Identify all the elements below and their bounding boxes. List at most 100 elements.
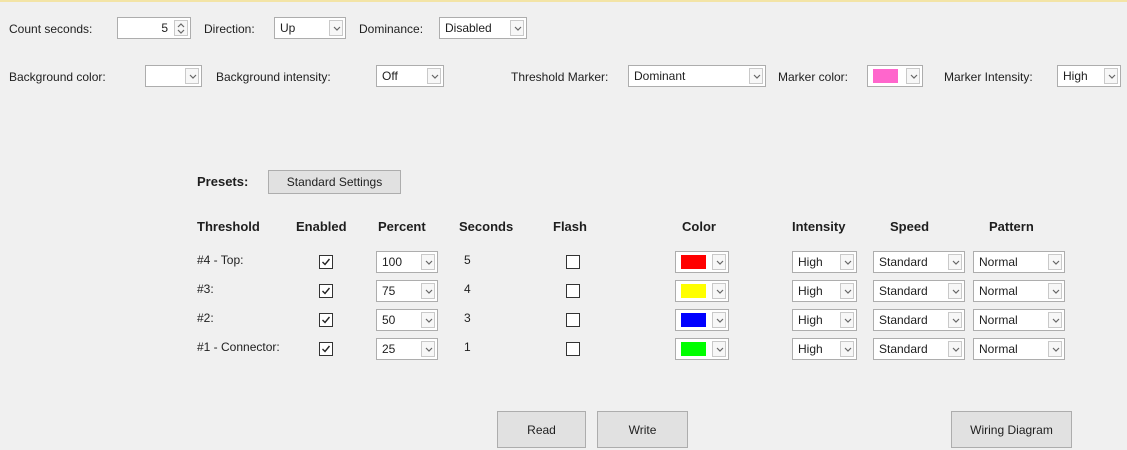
presets-label: Presets: xyxy=(197,174,249,189)
chevron-down-icon[interactable] xyxy=(510,20,524,36)
row-flash-checkbox[interactable] xyxy=(566,255,580,269)
row-intensity-select[interactable]: High xyxy=(792,251,857,273)
row-speed-select-value: Standard xyxy=(879,284,928,298)
window-top-border xyxy=(0,0,1127,2)
background-color-label: Background color: xyxy=(9,70,106,84)
read-button[interactable]: Read xyxy=(497,411,586,448)
row-threshold-label: #4 - Top: xyxy=(197,253,244,267)
chevron-down-icon[interactable] xyxy=(421,283,435,299)
row-intensity-select[interactable]: High xyxy=(792,309,857,331)
row-enabled-checkbox[interactable] xyxy=(319,313,333,327)
row-percent-select[interactable]: 75 xyxy=(376,280,438,302)
chevron-down-icon[interactable] xyxy=(749,68,763,84)
row-percent-select[interactable]: 25 xyxy=(376,338,438,360)
header-color: Color xyxy=(682,219,716,234)
row-intensity-select[interactable]: High xyxy=(792,280,857,302)
chevron-down-icon[interactable] xyxy=(840,341,854,357)
row-speed-select[interactable]: Standard xyxy=(873,251,965,273)
background-intensity-label: Background intensity: xyxy=(216,70,331,84)
chevron-down-icon[interactable] xyxy=(712,254,726,270)
marker-intensity-label: Marker Intensity: xyxy=(944,70,1033,84)
chevron-down-icon[interactable] xyxy=(948,254,962,270)
background-color-select[interactable] xyxy=(145,65,202,87)
header-pattern: Pattern xyxy=(989,219,1034,234)
row-flash-checkbox[interactable] xyxy=(566,313,580,327)
row-color-select[interactable] xyxy=(675,280,729,302)
chevron-down-icon[interactable] xyxy=(1048,254,1062,270)
chevron-down-icon[interactable] xyxy=(906,68,920,84)
background-color-swatch xyxy=(151,69,176,83)
chevron-down-icon[interactable] xyxy=(421,341,435,357)
row-speed-select-value: Standard xyxy=(879,313,928,327)
row-speed-select[interactable]: Standard xyxy=(873,309,965,331)
direction-select[interactable]: Up xyxy=(274,17,346,39)
chevron-down-icon[interactable] xyxy=(712,341,726,357)
row-threshold-label: #1 - Connector: xyxy=(197,340,280,354)
row-color-swatch xyxy=(681,255,706,269)
standard-settings-button[interactable]: Standard Settings xyxy=(268,170,401,194)
row-intensity-select-value: High xyxy=(798,284,823,298)
row-pattern-select[interactable]: Normal xyxy=(973,251,1065,273)
marker-intensity-select[interactable]: High xyxy=(1057,65,1121,87)
dominance-select[interactable]: Disabled xyxy=(439,17,527,39)
row-intensity-select-value: High xyxy=(798,313,823,327)
header-speed: Speed xyxy=(890,219,930,234)
threshold-marker-select[interactable]: Dominant xyxy=(628,65,766,87)
marker-color-swatch xyxy=(873,69,898,83)
write-button[interactable]: Write xyxy=(597,411,688,448)
threshold-marker-value: Dominant xyxy=(634,69,686,83)
chevron-down-icon[interactable] xyxy=(1048,283,1062,299)
row-color-select[interactable] xyxy=(675,338,729,360)
row-intensity-select[interactable]: High xyxy=(792,338,857,360)
row-pattern-select-value: Normal xyxy=(979,342,1018,356)
row-percent-select-value: 75 xyxy=(382,284,396,298)
chevron-down-icon[interactable] xyxy=(1104,68,1118,84)
row-flash-checkbox[interactable] xyxy=(566,284,580,298)
row-speed-select[interactable]: Standard xyxy=(873,280,965,302)
row-pattern-select[interactable]: Normal xyxy=(973,280,1065,302)
chevron-down-icon[interactable] xyxy=(185,68,199,84)
chevron-down-icon[interactable] xyxy=(948,283,962,299)
row-percent-select-value: 25 xyxy=(382,342,396,356)
chevron-down-icon[interactable] xyxy=(712,283,726,299)
row-threshold-label: #2: xyxy=(197,311,214,325)
row-speed-select[interactable]: Standard xyxy=(873,338,965,360)
chevron-down-icon[interactable] xyxy=(840,283,854,299)
row-seconds-value: 3 xyxy=(464,311,471,325)
row-pattern-select[interactable]: Normal xyxy=(973,309,1065,331)
wiring-diagram-button[interactable]: Wiring Diagram xyxy=(951,411,1072,448)
chevron-down-icon[interactable] xyxy=(840,254,854,270)
header-percent: Percent xyxy=(378,219,426,234)
count-seconds-label: Count seconds: xyxy=(9,22,93,36)
row-pattern-select[interactable]: Normal xyxy=(973,338,1065,360)
row-color-swatch xyxy=(681,313,706,327)
row-flash-checkbox[interactable] xyxy=(566,342,580,356)
count-seconds-spinner[interactable]: 5 xyxy=(117,17,191,39)
chevron-down-icon[interactable] xyxy=(427,68,441,84)
chevron-down-icon[interactable] xyxy=(712,312,726,328)
row-color-swatch xyxy=(681,342,706,356)
row-enabled-checkbox[interactable] xyxy=(319,284,333,298)
chevron-down-icon[interactable] xyxy=(421,312,435,328)
chevron-down-icon[interactable] xyxy=(840,312,854,328)
chevron-down-icon[interactable] xyxy=(948,341,962,357)
spin-up-down-icon[interactable] xyxy=(174,20,188,36)
row-enabled-checkbox[interactable] xyxy=(319,342,333,356)
chevron-down-icon[interactable] xyxy=(948,312,962,328)
direction-value: Up xyxy=(280,21,296,35)
chevron-down-icon[interactable] xyxy=(421,254,435,270)
row-pattern-select-value: Normal xyxy=(979,313,1018,327)
row-color-select[interactable] xyxy=(675,309,729,331)
row-color-select[interactable] xyxy=(675,251,729,273)
chevron-down-icon[interactable] xyxy=(1048,312,1062,328)
row-percent-select[interactable]: 50 xyxy=(376,309,438,331)
background-intensity-select[interactable]: Off xyxy=(376,65,444,87)
row-percent-select[interactable]: 100 xyxy=(376,251,438,273)
dominance-value: Disabled xyxy=(445,21,492,35)
chevron-down-icon[interactable] xyxy=(329,20,343,36)
row-seconds-value: 5 xyxy=(464,253,471,267)
row-enabled-checkbox[interactable] xyxy=(319,255,333,269)
marker-color-select[interactable] xyxy=(867,65,923,87)
chevron-down-icon[interactable] xyxy=(1048,341,1062,357)
direction-label: Direction: xyxy=(204,22,255,36)
